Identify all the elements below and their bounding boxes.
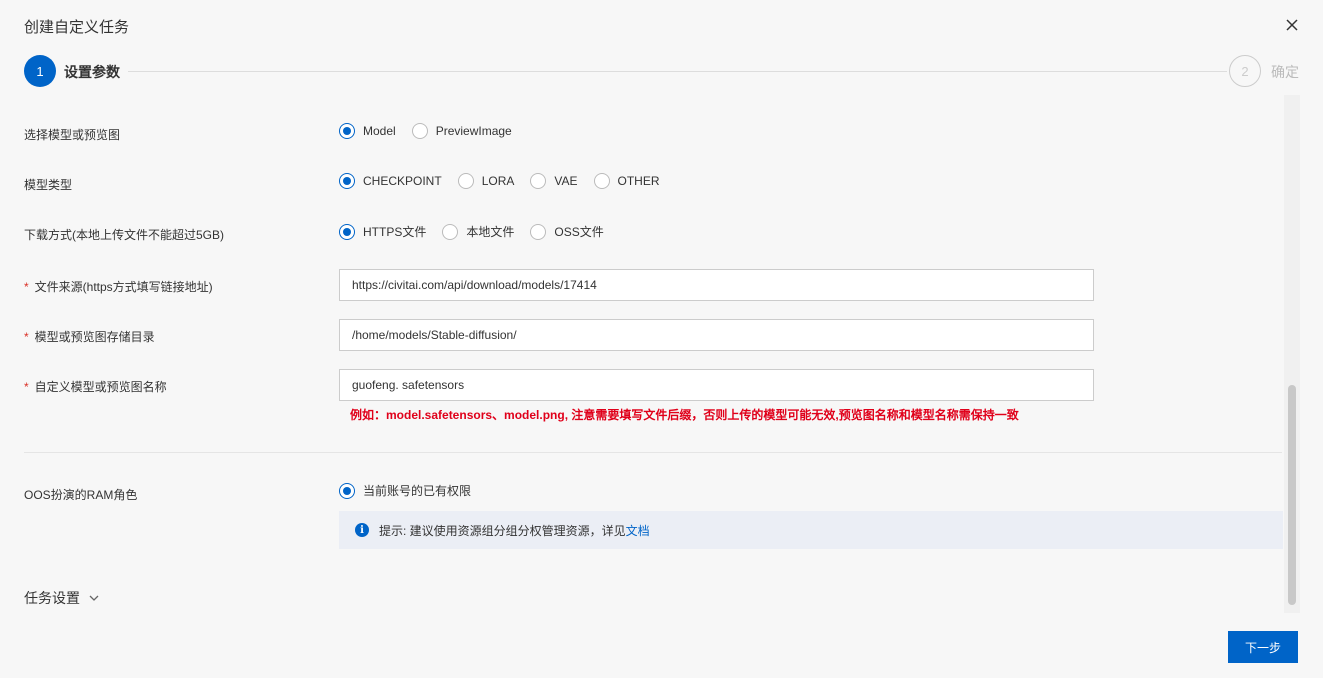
radio-checkpoint-dot[interactable]	[339, 173, 355, 189]
custom-name-hint: 例如：model.safetensors、model.png, 注意需要填写文件…	[350, 408, 1019, 422]
close-icon[interactable]	[1283, 16, 1301, 34]
radio-https-file-dot[interactable]	[339, 223, 355, 240]
docs-link[interactable]: 文档	[626, 522, 650, 539]
radio-https-file[interactable]: HTTPS文件	[339, 223, 426, 240]
step-connector	[128, 71, 1227, 72]
radio-current-account[interactable]: 当前账号的已有权限	[339, 482, 471, 499]
radio-oss-file-dot[interactable]	[530, 223, 547, 240]
model-type-radio-group: CHECKPOINT LORA VAE OTHER	[339, 173, 676, 189]
radio-other[interactable]: OTHER	[593, 173, 660, 189]
download-method-radio-group: HTTPS文件 本地文件 OSS文件	[339, 223, 620, 240]
radio-other-dot[interactable]	[593, 173, 610, 189]
custom-name-label: * 自定义模型或预览图名称	[24, 380, 167, 394]
step-1-label: 设置参数	[64, 64, 120, 80]
next-button[interactable]: 下一步	[1228, 631, 1298, 663]
ram-role-label: OOS扮演的RAM角色	[24, 488, 138, 502]
dialog-title: 创建自定义任务	[24, 19, 130, 36]
radio-preview-image[interactable]: PreviewImage	[411, 123, 512, 139]
radio-local-file[interactable]: 本地文件	[442, 223, 514, 240]
radio-vae-dot[interactable]	[530, 173, 547, 189]
steps: 1 设置参数 2 确定	[24, 55, 1299, 87]
task-settings-toggle[interactable]: 任务设置	[24, 588, 100, 608]
storage-dir-input[interactable]: /home/models/Stable-diffusion/	[339, 319, 1094, 351]
radio-local-file-dot[interactable]	[442, 223, 459, 240]
radio-current-account-dot[interactable]	[339, 482, 355, 499]
required-mark: *	[24, 380, 29, 394]
model-or-preview-radio-group: Model PreviewImage	[339, 123, 528, 139]
file-source-label: * 文件来源(https方式填写链接地址)	[24, 280, 213, 294]
model-or-preview-label: 选择模型或预览图	[24, 128, 121, 142]
file-source-input[interactable]: https://civitai.com/api/download/models/…	[339, 269, 1094, 301]
custom-name-input[interactable]: guofeng. safetensors	[339, 369, 1094, 401]
model-type-label: 模型类型	[24, 178, 73, 192]
radio-checkpoint[interactable]: CHECKPOINT	[339, 173, 442, 189]
step-1-circle: 1	[24, 55, 56, 87]
download-method-label: 下载方式(本地上传文件不能超过5GB)	[24, 228, 225, 242]
required-mark: *	[24, 280, 29, 294]
form-scroll-area: 选择模型或预览图 Model PreviewImage 模型类型 CHECKPO…	[0, 95, 1300, 615]
info-tip: i 提示: 建议使用资源组分组分权管理资源，详见 文档	[339, 511, 1283, 549]
storage-dir-label: * 模型或预览图存储目录	[24, 330, 155, 344]
radio-vae[interactable]: VAE	[530, 173, 578, 189]
required-mark: *	[24, 330, 29, 344]
radio-oss-file[interactable]: OSS文件	[530, 223, 604, 240]
step-2-circle: 2	[1229, 55, 1261, 87]
radio-preview-image-dot[interactable]	[411, 123, 428, 139]
radio-model-dot[interactable]	[339, 123, 355, 139]
info-icon: i	[355, 523, 369, 537]
chevron-down-icon	[89, 595, 99, 601]
step-2-label: 确定	[1271, 64, 1299, 80]
scrollbar[interactable]	[1284, 95, 1300, 613]
ram-role-radio-group: 当前账号的已有权限	[339, 482, 487, 499]
radio-lora-dot[interactable]	[457, 173, 474, 189]
radio-lora[interactable]: LORA	[457, 173, 514, 189]
section-divider	[24, 452, 1282, 453]
scrollbar-thumb[interactable]	[1288, 385, 1296, 605]
radio-model[interactable]: Model	[339, 123, 396, 139]
